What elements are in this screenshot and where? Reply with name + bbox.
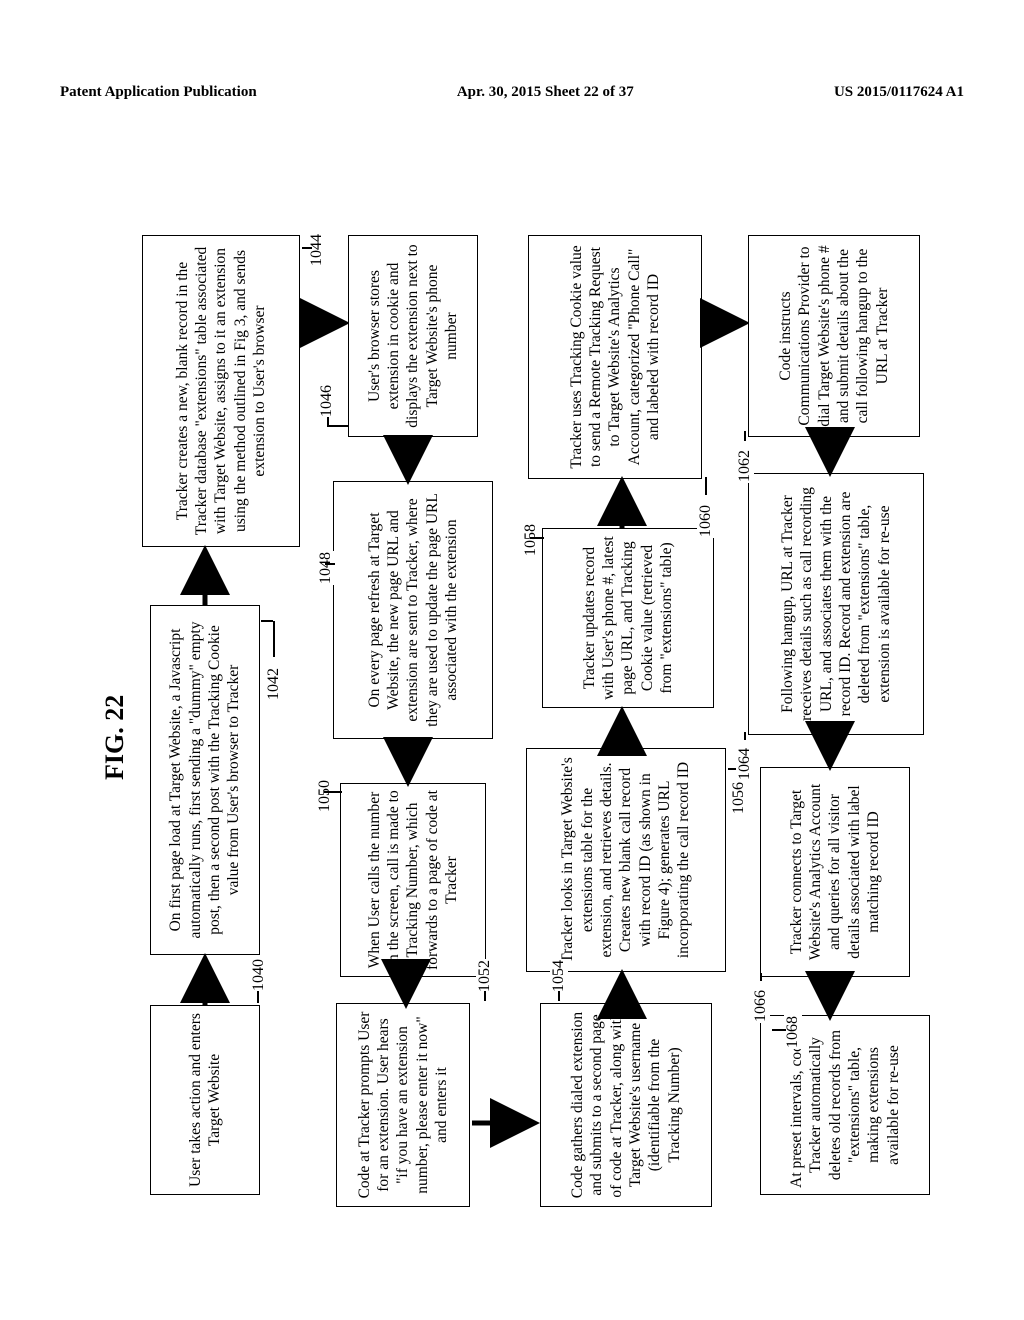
label-1052: 1052 <box>476 959 494 993</box>
flowchart-canvas: FIG. 22 User takes action and enters Tar… <box>0 175 1024 1265</box>
label-1040: 1040 <box>250 958 268 992</box>
arrow-1058-1060 <box>612 478 642 528</box>
leader-1040 <box>257 991 259 1003</box>
box-1046: User's browser stores extension in cooki… <box>348 235 478 437</box>
label-1056: 1056 <box>730 781 748 815</box>
box-1060: Tracker uses Tracking Cookie value to se… <box>528 235 702 479</box>
label-1060: 1060 <box>697 504 715 538</box>
label-1068: 1068 <box>784 1015 802 1049</box>
figure-sheet: FIG. 22 User takes action and enters Tar… <box>0 175 1024 1265</box>
leader-1042 <box>273 621 275 657</box>
box-1044: Tracker creates a new, blank record in t… <box>142 235 300 547</box>
arrow-1066-1068 <box>820 975 850 1017</box>
arrow-1046-1048 <box>398 437 428 481</box>
leader-1052 <box>484 991 486 1001</box>
arrow-1052-1054 <box>472 1085 542 1135</box>
arrow-1062-1064 <box>820 437 850 473</box>
box-1054: Code gathers dialed extension and submit… <box>540 1003 712 1207</box>
box-1058: Tracker updates record with User's phone… <box>542 528 714 708</box>
leader-1044 <box>302 248 312 250</box>
box-1040: User takes action and enters Target Webs… <box>150 1005 260 1195</box>
leader-1062 <box>744 431 746 441</box>
label-1042: 1042 <box>265 667 283 701</box>
label-1048: 1048 <box>317 551 335 585</box>
leader-1058 <box>530 538 544 540</box>
arrow-1042-1044 <box>195 547 225 605</box>
label-1064: 1064 <box>736 747 754 781</box>
box-1066: Tracker connects to Target Website's Ana… <box>760 767 910 977</box>
page-header: Patent Application Publication Apr. 30, … <box>0 84 1024 101</box>
arrow-1048-1050 <box>398 739 428 783</box>
box-1062: Code instructs Communications Provider t… <box>748 235 920 437</box>
leader-1046b <box>327 417 329 427</box>
box-1042: On first page load at Target Website, a … <box>150 605 260 955</box>
leader-1042b <box>261 621 273 623</box>
leader-1054 <box>558 991 560 1001</box>
leader-1064 <box>744 732 746 740</box>
box-1052: Code at Tracker prompts User for an exte… <box>336 1003 470 1207</box>
arrow-1050-1052b <box>396 975 426 1005</box>
label-1058: 1058 <box>522 523 540 557</box>
leader-1068 <box>772 1030 786 1032</box>
arrow-1044-1046 <box>300 305 350 335</box>
leader-1060 <box>705 477 707 495</box>
arrow-1064-1066 <box>820 735 850 767</box>
label-1054: 1054 <box>550 959 568 993</box>
box-1056: Tracker looks in Target Website's extens… <box>526 748 726 972</box>
arrow-1040-1042 <box>195 955 225 1005</box>
arrow-1054-1056 <box>612 971 642 1003</box>
header-left: Patent Application Publication <box>60 84 257 101</box>
box-1048: On every page refresh at Target Website,… <box>333 481 493 739</box>
header-right: US 2015/0117624 A1 <box>834 84 964 101</box>
label-1066: 1066 <box>752 989 770 1023</box>
figure-title: FIG. 22 <box>100 695 130 780</box>
box-1064: Following hangup, URL at Tracker receive… <box>748 473 924 735</box>
label-1062: 1062 <box>736 449 754 483</box>
leader-1046a <box>327 426 349 428</box>
label-1050: 1050 <box>316 779 334 813</box>
leader-1050 <box>324 792 342 794</box>
arrow-1056-1058 <box>612 708 642 748</box>
label-1044: 1044 <box>308 233 326 267</box>
header-center: Apr. 30, 2015 Sheet 22 of 37 <box>457 84 634 101</box>
leader-1066 <box>760 973 762 981</box>
label-1046: 1046 <box>318 384 336 418</box>
arrow-1060-1062 <box>702 305 752 335</box>
leader-1048 <box>325 564 335 566</box>
